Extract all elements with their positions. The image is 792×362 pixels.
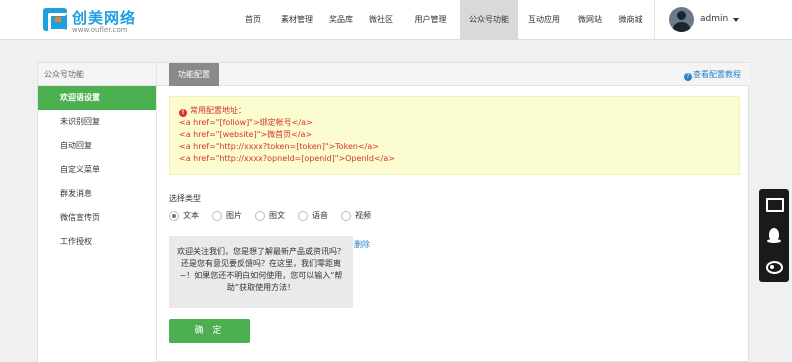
config-notice: ! 常用配置地址： <a href="[follow]">绑定帐号</a> <a … bbox=[169, 96, 740, 175]
type-radio-group: 文本 图片 图文 语音 视频 bbox=[169, 210, 384, 221]
sidebar-item-welcome[interactable]: 欢迎语设置 bbox=[38, 86, 156, 110]
notice-line: <a href="[website]">微首页</a> bbox=[179, 130, 313, 139]
notice-line: <a href="http://xxxx?token=[token]">Toke… bbox=[179, 142, 379, 151]
monitor-icon[interactable] bbox=[765, 196, 784, 214]
chevron-down-icon[interactable] bbox=[733, 18, 739, 22]
radio-voice[interactable]: 语音 bbox=[298, 210, 328, 221]
brand-url: www.oufler.com bbox=[72, 26, 128, 34]
type-label: 选择类型 bbox=[169, 194, 201, 203]
nav-prizes[interactable]: 奖品库 bbox=[321, 0, 361, 40]
sidebar-item-authorization[interactable]: 工作授权 bbox=[38, 230, 156, 254]
top-navbar: 创美网络 www.oufler.com 首页 素材管理 奖品库 微社区 用户管理… bbox=[0, 0, 792, 40]
user-name[interactable]: admin bbox=[700, 14, 728, 24]
tab-bar: 功能配置 ? 查看配置教程 bbox=[157, 63, 750, 86]
avatar[interactable] bbox=[669, 7, 694, 32]
nav-microsite[interactable]: 微网站 bbox=[570, 0, 610, 40]
radio-button[interactable] bbox=[169, 210, 179, 221]
content-area: 功能配置 ? 查看配置教程 ! 常用配置地址： <a href="[follow]"… bbox=[157, 63, 750, 362]
notice-line: <a href="[follow]">绑定帐号</a> bbox=[179, 118, 313, 127]
nav-users[interactable]: 用户管理 bbox=[401, 0, 460, 40]
floating-toolbar bbox=[759, 189, 789, 282]
tab-config[interactable]: 功能配置 bbox=[169, 63, 219, 86]
help-icon: ? bbox=[684, 73, 692, 81]
weibo-icon[interactable] bbox=[765, 256, 783, 274]
submit-button[interactable]: 确 定 bbox=[169, 319, 250, 343]
help-link-label[interactable]: 查看配置教程 bbox=[693, 70, 741, 79]
brand-logo[interactable]: 创美网络 www.oufler.com bbox=[43, 7, 163, 35]
radio-label: 文本 bbox=[183, 211, 199, 220]
sidebar-item-mass-message[interactable]: 群发消息 bbox=[38, 182, 156, 206]
brand-name: 创美网络 bbox=[72, 9, 137, 27]
notice-title-row: ! 常用配置地址： bbox=[179, 104, 730, 117]
logo-icon bbox=[43, 8, 68, 32]
radio-button[interactable] bbox=[212, 210, 222, 221]
help-link[interactable]: ? 查看配置教程 bbox=[684, 69, 741, 81]
main-nav: 首页 素材管理 奖品库 微社区 用户管理 公众号功能 互动应用 微网站 微商城 bbox=[233, 0, 651, 40]
notice-line: <a href="http://xxxx?opneId=[openid]">Op… bbox=[179, 154, 395, 163]
sidebar-item-unrecognized-reply[interactable]: 未识别回复 bbox=[38, 110, 156, 134]
radio-news[interactable]: 图文 bbox=[255, 210, 285, 221]
radio-video[interactable]: 视频 bbox=[341, 210, 371, 221]
sidebar: 公众号功能 欢迎语设置 未识别回复 自动回复 自定义菜单 群发消息 微信宣传页 … bbox=[38, 63, 157, 362]
nav-micro-mall[interactable]: 微商城 bbox=[610, 0, 651, 40]
nav-official-account[interactable]: 公众号功能 bbox=[460, 0, 518, 40]
user-menu[interactable]: admin bbox=[654, 0, 792, 40]
nav-home[interactable]: 首页 bbox=[233, 0, 273, 40]
sidebar-item-custom-menu[interactable]: 自定义菜单 bbox=[38, 158, 156, 182]
radio-label: 图片 bbox=[226, 211, 242, 220]
delete-link[interactable]: 删除 bbox=[354, 239, 370, 250]
radio-image[interactable]: 图片 bbox=[212, 210, 242, 221]
radio-label: 语音 bbox=[312, 211, 328, 220]
main-card: 公众号功能 欢迎语设置 未识别回复 自动回复 自定义菜单 群发消息 微信宣传页 … bbox=[37, 62, 750, 362]
sidebar-item-auto-reply[interactable]: 自动回复 bbox=[38, 134, 156, 158]
nav-community[interactable]: 微社区 bbox=[361, 0, 401, 40]
nav-interactive-apps[interactable]: 互动应用 bbox=[518, 0, 570, 40]
alert-icon: ! bbox=[179, 109, 187, 117]
notice-title: 常用配置地址： bbox=[190, 106, 246, 115]
radio-label: 视频 bbox=[355, 211, 371, 220]
radio-label: 图文 bbox=[269, 211, 285, 220]
qq-icon[interactable] bbox=[765, 227, 783, 245]
radio-button[interactable] bbox=[298, 210, 308, 221]
radio-button[interactable] bbox=[255, 210, 265, 221]
nav-materials[interactable]: 素材管理 bbox=[273, 0, 321, 40]
radio-button[interactable] bbox=[341, 210, 351, 221]
radio-text[interactable]: 文本 bbox=[169, 210, 199, 221]
sidebar-item-promo-page[interactable]: 微信宣传页 bbox=[38, 206, 156, 230]
sidebar-heading: 公众号功能 bbox=[38, 63, 156, 86]
welcome-message-preview[interactable]: 欢迎关注我们，您是想了解最新产品或资讯吗？还是您有意见要反馈吗？在这里，我们零距… bbox=[169, 236, 353, 308]
